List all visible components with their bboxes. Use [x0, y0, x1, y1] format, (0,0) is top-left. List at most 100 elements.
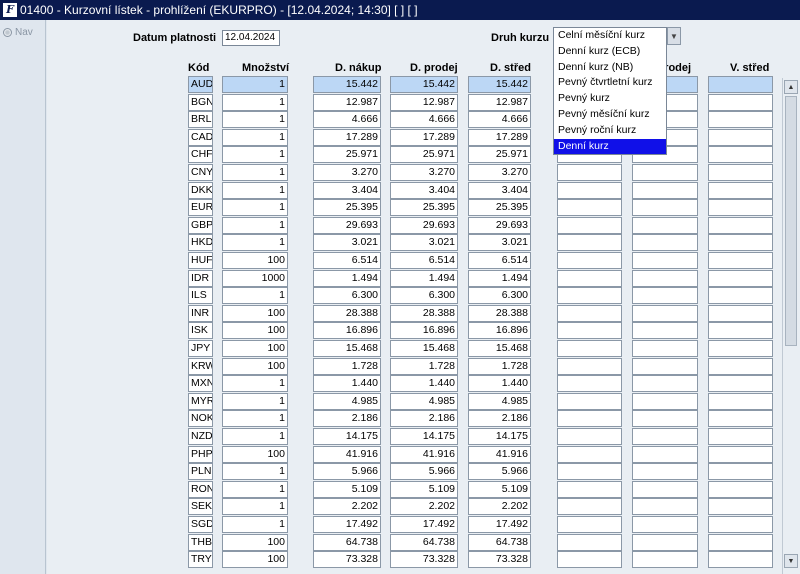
table-row[interactable]: CNY 1 3.270 3.270 3.270: [0, 164, 800, 181]
buy-rate-cell[interactable]: 3.270: [313, 164, 381, 181]
e-mid-cell[interactable]: [708, 533, 773, 551]
e-buy-cell[interactable]: [557, 164, 622, 181]
amount-cell[interactable]: 1: [222, 392, 288, 410]
e-sell-cell[interactable]: [632, 199, 698, 217]
sell-rate-cell[interactable]: 5.966: [390, 463, 458, 481]
mid-rate-cell[interactable]: 6.514: [468, 252, 531, 269]
e-mid-cell[interactable]: [708, 269, 773, 287]
dropdown-option[interactable]: Denní kurz (ECB): [554, 44, 666, 60]
mid-rate-cell[interactable]: 3.021: [468, 234, 531, 252]
buy-rate-cell[interactable]: 4.985: [313, 392, 381, 410]
e-sell-cell[interactable]: [632, 516, 698, 533]
e-mid-cell[interactable]: [708, 181, 773, 199]
e-buy-cell[interactable]: [557, 287, 622, 305]
e-buy-cell[interactable]: [557, 480, 622, 498]
sell-rate-cell[interactable]: 4.985: [390, 392, 458, 410]
sell-rate-cell[interactable]: 3.404: [390, 181, 458, 199]
e-sell-cell[interactable]: [632, 234, 698, 252]
currency-code-cell[interactable]: BRL: [188, 111, 213, 129]
sell-rate-cell[interactable]: 17.289: [390, 128, 458, 146]
currency-code-cell[interactable]: HKD: [188, 234, 213, 252]
e-buy-cell[interactable]: [557, 551, 622, 569]
mid-rate-cell[interactable]: 25.395: [468, 199, 531, 217]
sell-rate-cell[interactable]: 4.666: [390, 111, 458, 129]
e-buy-cell[interactable]: [557, 216, 622, 234]
sell-rate-cell[interactable]: 17.492: [390, 516, 458, 533]
nav-button[interactable]: Nav: [3, 27, 33, 38]
buy-rate-cell[interactable]: 28.388: [313, 304, 381, 322]
sell-rate-cell[interactable]: 1.728: [390, 357, 458, 375]
currency-code-cell[interactable]: NZD: [188, 428, 213, 445]
currency-code-cell[interactable]: SGD: [188, 516, 213, 533]
table-row[interactable]: SEK 1 2.202 2.202 2.202: [0, 498, 800, 516]
amount-cell[interactable]: 1: [222, 234, 288, 252]
e-buy-cell[interactable]: [557, 516, 622, 533]
table-row[interactable]: PLN 1 5.966 5.966 5.966: [0, 463, 800, 481]
sell-rate-cell[interactable]: 25.971: [390, 146, 458, 164]
sell-rate-cell[interactable]: 3.270: [390, 164, 458, 181]
table-row[interactable]: NOK 1 2.186 2.186 2.186: [0, 410, 800, 428]
e-buy-cell[interactable]: [557, 234, 622, 252]
e-mid-cell[interactable]: [708, 164, 773, 181]
e-buy-cell[interactable]: [557, 304, 622, 322]
sell-rate-cell[interactable]: 25.395: [390, 199, 458, 217]
amount-cell[interactable]: 1: [222, 498, 288, 516]
currency-code-cell[interactable]: PLN: [188, 463, 213, 481]
buy-rate-cell[interactable]: 15.442: [313, 76, 381, 93]
amount-cell[interactable]: 1: [222, 428, 288, 445]
e-sell-cell[interactable]: [632, 445, 698, 463]
sell-rate-cell[interactable]: 1.494: [390, 269, 458, 287]
buy-rate-cell[interactable]: 1.728: [313, 357, 381, 375]
amount-cell[interactable]: 1: [222, 111, 288, 129]
amount-cell[interactable]: 100: [222, 304, 288, 322]
mid-rate-cell[interactable]: 3.270: [468, 164, 531, 181]
e-sell-cell[interactable]: [632, 164, 698, 181]
e-mid-cell[interactable]: [708, 146, 773, 164]
dropdown-option[interactable]: Denní kurz (NB): [554, 60, 666, 76]
e-mid-cell[interactable]: [708, 392, 773, 410]
buy-rate-cell[interactable]: 29.693: [313, 216, 381, 234]
mid-rate-cell[interactable]: 4.985: [468, 392, 531, 410]
table-row[interactable]: ILS 1 6.300 6.300 6.300: [0, 287, 800, 305]
buy-rate-cell[interactable]: 73.328: [313, 551, 381, 569]
table-row[interactable]: DKK 1 3.404 3.404 3.404: [0, 181, 800, 199]
amount-cell[interactable]: 1: [222, 93, 288, 111]
table-row[interactable]: CHF 1 25.971 25.971 25.971: [0, 146, 800, 164]
e-mid-cell[interactable]: [708, 410, 773, 428]
e-mid-cell[interactable]: [708, 516, 773, 533]
buy-rate-cell[interactable]: 41.916: [313, 445, 381, 463]
buy-rate-cell[interactable]: 25.971: [313, 146, 381, 164]
amount-cell[interactable]: 1: [222, 76, 288, 93]
dropdown-option[interactable]: Celní měsíční kurz: [554, 28, 666, 44]
mid-rate-cell[interactable]: 15.468: [468, 340, 531, 357]
e-buy-cell[interactable]: [557, 392, 622, 410]
amount-cell[interactable]: 1: [222, 463, 288, 481]
mid-rate-cell[interactable]: 29.693: [468, 216, 531, 234]
sell-rate-cell[interactable]: 64.738: [390, 533, 458, 551]
table-row[interactable]: SGD 1 17.492 17.492 17.492: [0, 516, 800, 533]
buy-rate-cell[interactable]: 2.202: [313, 498, 381, 516]
e-sell-cell[interactable]: [632, 392, 698, 410]
e-mid-cell[interactable]: [708, 128, 773, 146]
amount-cell[interactable]: 1: [222, 128, 288, 146]
currency-code-cell[interactable]: TRY: [188, 551, 213, 569]
amount-cell[interactable]: 100: [222, 551, 288, 569]
e-buy-cell[interactable]: [557, 533, 622, 551]
e-sell-cell[interactable]: [632, 252, 698, 269]
buy-rate-cell[interactable]: 4.666: [313, 111, 381, 129]
e-buy-cell[interactable]: [557, 340, 622, 357]
amount-cell[interactable]: 1: [222, 287, 288, 305]
amount-cell[interactable]: 1: [222, 199, 288, 217]
mid-rate-cell[interactable]: 25.971: [468, 146, 531, 164]
currency-code-cell[interactable]: PHP: [188, 445, 213, 463]
amount-cell[interactable]: 1: [222, 146, 288, 164]
e-sell-cell[interactable]: [632, 551, 698, 569]
buy-rate-cell[interactable]: 6.300: [313, 287, 381, 305]
currency-code-cell[interactable]: INR: [188, 304, 213, 322]
e-buy-cell[interactable]: [557, 269, 622, 287]
sell-rate-cell[interactable]: 2.186: [390, 410, 458, 428]
e-mid-cell[interactable]: [708, 111, 773, 129]
mid-rate-cell[interactable]: 28.388: [468, 304, 531, 322]
currency-code-cell[interactable]: ILS: [188, 287, 213, 305]
amount-cell[interactable]: 1: [222, 480, 288, 498]
